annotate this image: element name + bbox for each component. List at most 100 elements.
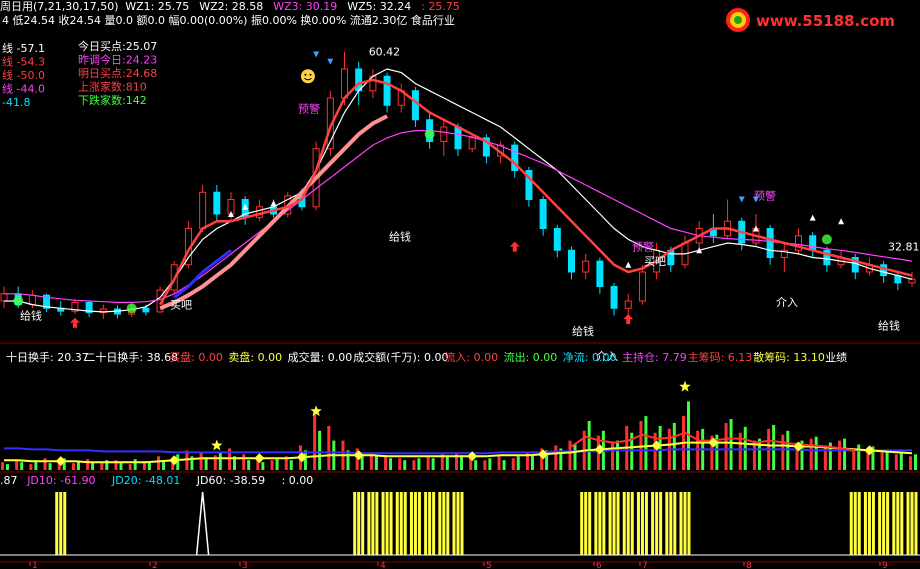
- volume-bar: [814, 436, 818, 470]
- candle-body: [624, 300, 632, 309]
- signal-bar: [863, 492, 867, 555]
- candle-body: [341, 68, 348, 99]
- smile-icon: [300, 69, 315, 84]
- candle-body: [440, 126, 448, 142]
- signal-bar: [608, 492, 612, 555]
- candle-body: [766, 228, 774, 258]
- volume-bar: [894, 454, 898, 470]
- header-item: : 0.00: [282, 474, 314, 487]
- signal-bar: [892, 492, 896, 555]
- info-box-line: 今日买点:25.07: [78, 39, 157, 53]
- volume-bar: [838, 440, 842, 470]
- signal-bar: [409, 492, 413, 555]
- volume-bar: [417, 458, 421, 470]
- volume-bar: [43, 458, 47, 470]
- indicator-value: 线 -57.1: [2, 41, 45, 55]
- signal-bar: [594, 492, 598, 555]
- header-item: JD60: -38.59: [196, 474, 265, 487]
- signal-bar: [438, 492, 442, 555]
- signal-bar: [63, 492, 67, 555]
- candle-body: [213, 191, 221, 215]
- signal-bar: [849, 492, 853, 555]
- signal-bar: [367, 492, 371, 555]
- volume-bar: [48, 463, 52, 470]
- signal-bar: [853, 492, 857, 555]
- x-axis-label: 9: [882, 561, 888, 569]
- volume-bar: [644, 416, 648, 470]
- mai-ba-label: 买吧: [644, 255, 666, 268]
- candle-body: [638, 271, 646, 302]
- volume-bar: [530, 454, 534, 470]
- mai-ba-label: 买吧: [170, 299, 192, 312]
- header-item: 流入: 0.00: [444, 350, 498, 364]
- signal-bar: [598, 492, 602, 555]
- header-item: 买盘: 0.00: [169, 350, 223, 364]
- volume-bar: [672, 422, 676, 470]
- header-item: 成交额(千万): 0.00: [353, 350, 448, 364]
- signal-bar: [584, 492, 588, 555]
- volume-bar: [157, 456, 161, 470]
- gei-qian-label: 给钱: [20, 309, 42, 323]
- volume-bar: [275, 458, 279, 470]
- signal-bar: [882, 492, 886, 555]
- volume-bar: [384, 455, 388, 470]
- signal-bar: [626, 492, 630, 555]
- volume-bar: [772, 424, 776, 470]
- candle-body: [383, 75, 391, 106]
- header-item: WZ3: 30.19: [273, 0, 337, 13]
- signal-bar: [424, 492, 428, 555]
- volume-bar: [327, 425, 331, 470]
- volume-bar: [724, 422, 728, 470]
- signal-bar: [432, 492, 436, 555]
- logo-text: www.55188.com: [756, 12, 895, 30]
- signal-bar: [353, 492, 357, 555]
- info-box-line: 昨调今日:24.23: [78, 53, 157, 67]
- signal-bar: [669, 492, 673, 555]
- signal-bar: [403, 492, 407, 555]
- volume-bar: [218, 452, 222, 470]
- volume-bar: [885, 450, 889, 470]
- turnover-header-row: 十日换手: 20.37二十日换手: 38.68买盘: 0.00 卖盘: 0.00 成…: [6, 350, 847, 364]
- signal-bar: [612, 492, 616, 555]
- volume-bar: [880, 452, 884, 470]
- volume-bar: [554, 445, 558, 470]
- volume-bar: [91, 462, 95, 470]
- signal-bar: [371, 492, 375, 555]
- x-axis-label: 3: [242, 561, 248, 569]
- green-signal-icon: [13, 296, 24, 306]
- signal-bar: [446, 492, 450, 555]
- volume-bar: [128, 464, 132, 470]
- right-price-label: 32.81: [888, 240, 920, 253]
- signal-bar: [867, 492, 871, 555]
- indicator-value: -41.8: [2, 96, 30, 109]
- signal-bar: [580, 492, 584, 555]
- x-axis-label: 4: [380, 561, 386, 569]
- signal-bar: [385, 492, 389, 555]
- header-indicator-row: 周日用(7,21,30,17,50) WZ1: 25.75 WZ2: 28.58 WZ…: [0, 0, 460, 13]
- volume-bar: [781, 434, 785, 470]
- gei-qian-label: 给钱: [389, 230, 411, 244]
- header-item: JD10: -61.90: [26, 474, 95, 487]
- green-signal-icon: [126, 303, 137, 314]
- volume-bar: [15, 460, 19, 470]
- volume-bar: [857, 444, 861, 470]
- candle-body: [28, 294, 36, 306]
- volume-bar: [374, 456, 378, 470]
- volume-bar: [483, 460, 487, 470]
- volume-bar: [639, 421, 643, 470]
- smile-icon-eye: [304, 73, 307, 76]
- signal-bar: [442, 492, 446, 555]
- signal-bar: [395, 492, 399, 555]
- x-axis-label: 1: [32, 561, 38, 569]
- signal-bar: [636, 492, 640, 555]
- x-axis-label: 7: [642, 561, 648, 569]
- candle-body: [539, 199, 547, 229]
- candle-body: [0, 293, 8, 302]
- signal-bar: [878, 492, 882, 555]
- volume-bar: [445, 456, 449, 470]
- signal-bar: [59, 492, 63, 555]
- signal-bar: [55, 492, 59, 555]
- signal-bar: [381, 492, 385, 555]
- gei-qian-label: 给钱: [878, 319, 900, 333]
- volume-bar: [133, 459, 137, 470]
